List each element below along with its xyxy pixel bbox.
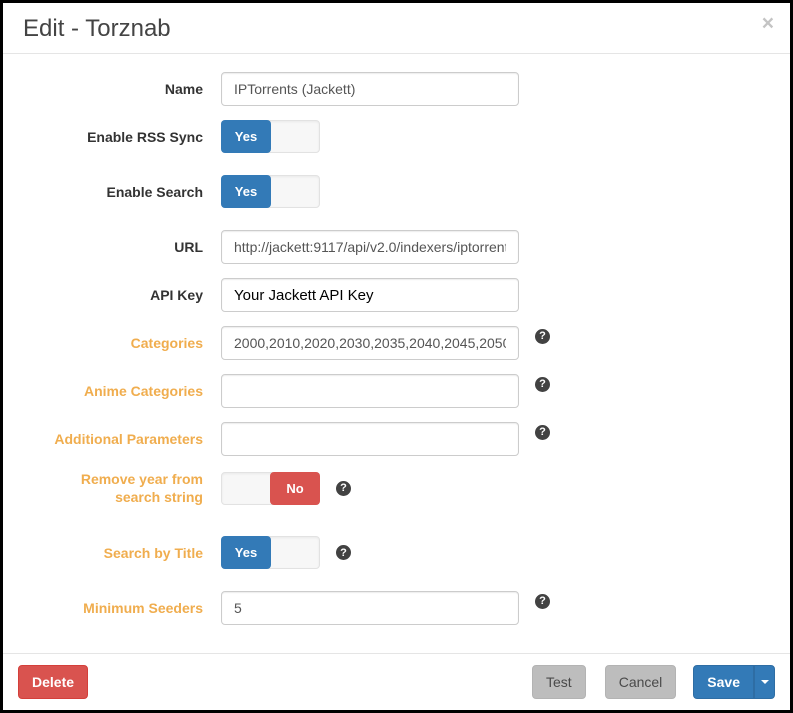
field-row-enable-rss-sync: Enable RSS Sync Yes <box>3 120 790 153</box>
remove-year-label: Remove year from search string <box>3 470 203 506</box>
field-row-search-by-title: Search by Title Yes ? <box>3 536 790 569</box>
field-row-url: URL <box>3 230 790 264</box>
save-dropdown-toggle[interactable] <box>754 665 775 699</box>
enable-search-label: Enable Search <box>3 183 203 201</box>
toggle-state-label: Yes <box>221 120 271 153</box>
additional-parameters-help-icon[interactable]: ? <box>535 425 550 440</box>
anime-categories-label: Anime Categories <box>3 382 203 400</box>
toggle-state-label: No <box>270 472 320 505</box>
modal-header: Edit - Torznab × <box>3 3 790 54</box>
close-icon[interactable]: × <box>762 13 774 34</box>
remove-year-toggle[interactable]: No <box>221 472 320 505</box>
toggle-state-label: Yes <box>221 536 271 569</box>
url-input[interactable] <box>221 230 519 264</box>
field-row-categories: Categories ? <box>3 326 790 360</box>
edit-torznab-modal: Edit - Torznab × Name Enable RSS Sync Ye… <box>0 0 793 713</box>
field-row-api-key: API Key <box>3 278 790 312</box>
modal-body: Name Enable RSS Sync Yes Enable Search Y… <box>3 54 790 653</box>
caret-down-icon <box>761 680 769 684</box>
toggle-state-label: Yes <box>221 175 271 208</box>
cancel-button[interactable]: Cancel <box>605 665 677 699</box>
api-key-input[interactable] <box>221 278 519 312</box>
anime-categories-help-icon[interactable]: ? <box>535 377 550 392</box>
search-by-title-toggle[interactable]: Yes <box>221 536 320 569</box>
modal-title: Edit - Torznab <box>23 15 770 42</box>
search-by-title-help-icon[interactable]: ? <box>336 545 351 560</box>
enable-rss-sync-label: Enable RSS Sync <box>3 128 203 146</box>
categories-help-icon[interactable]: ? <box>535 329 550 344</box>
api-key-label: API Key <box>3 286 203 304</box>
minimum-seeders-label: Minimum Seeders <box>3 599 203 617</box>
save-button[interactable]: Save <box>693 665 754 699</box>
categories-label: Categories <box>3 334 203 352</box>
remove-year-help-icon[interactable]: ? <box>336 481 351 496</box>
save-button-group: Save <box>693 665 775 699</box>
url-label: URL <box>3 238 203 256</box>
categories-input[interactable] <box>221 326 519 360</box>
name-label: Name <box>3 80 203 98</box>
field-row-anime-categories: Anime Categories ? <box>3 374 790 408</box>
field-row-minimum-seeders: Minimum Seeders ? <box>3 591 790 625</box>
search-by-title-label: Search by Title <box>3 544 203 562</box>
additional-parameters-label: Additional Parameters <box>3 430 203 448</box>
minimum-seeders-help-icon[interactable]: ? <box>535 594 550 609</box>
field-row-name: Name <box>3 72 790 106</box>
delete-button[interactable]: Delete <box>18 665 88 699</box>
field-row-enable-search: Enable Search Yes <box>3 175 790 208</box>
field-row-additional-parameters: Additional Parameters ? <box>3 422 790 456</box>
anime-categories-input[interactable] <box>221 374 519 408</box>
minimum-seeders-input[interactable] <box>221 591 519 625</box>
additional-parameters-input[interactable] <box>221 422 519 456</box>
modal-footer: Delete Test Cancel Save <box>3 653 790 710</box>
test-button[interactable]: Test <box>532 665 586 699</box>
enable-search-toggle[interactable]: Yes <box>221 175 320 208</box>
enable-rss-sync-toggle[interactable]: Yes <box>221 120 320 153</box>
name-input[interactable] <box>221 72 519 106</box>
field-row-remove-year: Remove year from search string No ? <box>3 470 790 506</box>
